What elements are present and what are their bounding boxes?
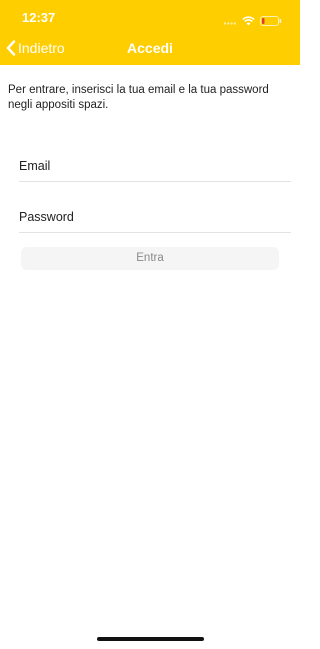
signal-dots-icon (223, 13, 237, 31)
password-field[interactable] (19, 202, 291, 232)
password-field-wrapper (19, 202, 291, 233)
home-indicator[interactable] (97, 637, 204, 641)
email-field-wrapper (19, 151, 291, 182)
login-button[interactable]: Entra (21, 247, 279, 270)
intro-text: Per entrare, inserisci la tua email e la… (8, 84, 269, 111)
wifi-icon (242, 13, 255, 31)
nav-bar: Indietro Accedi (0, 34, 300, 62)
email-field[interactable] (19, 151, 291, 181)
status-icons (223, 13, 282, 31)
header: 12:37 Indietro Accedi (0, 0, 300, 65)
login-screen: 12:37 Indietro Accedi Per entrare, inser… (0, 0, 300, 649)
status-bar: 12:37 (0, 0, 300, 34)
page-title: Accedi (127, 40, 173, 56)
status-time: 12:37 (22, 10, 56, 25)
battery-low-icon (260, 13, 282, 31)
